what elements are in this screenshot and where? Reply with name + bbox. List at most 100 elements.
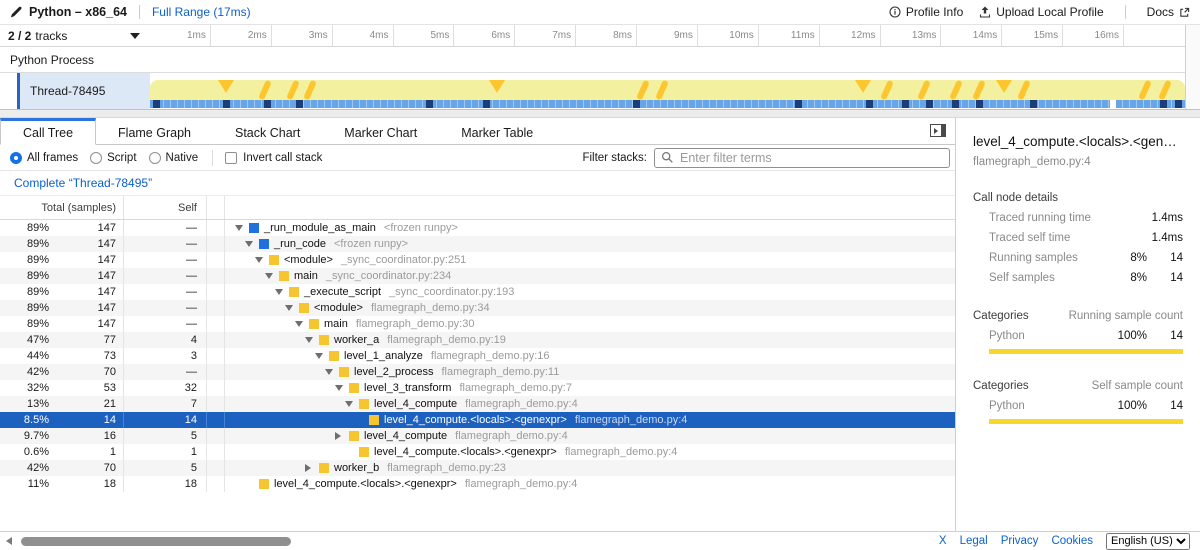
app-header: Python – x86_64 Full Range (17ms) Profil… <box>0 0 1200 25</box>
expand-arrow-open-icon[interactable] <box>345 401 359 407</box>
cell-total-samples: 14 <box>54 412 124 428</box>
docs-button[interactable]: Docs <box>1147 5 1190 19</box>
footer-link-legal[interactable]: Legal <box>960 535 988 547</box>
breadcrumb[interactable]: Complete “Thread-78495” <box>14 176 152 190</box>
column-header-total[interactable]: Total (samples) <box>0 196 124 219</box>
filter-input[interactable] <box>678 150 943 166</box>
table-row[interactable]: 32%5332level_3_transformflamegraph_demo.… <box>0 380 955 396</box>
expand-arrow-open-icon[interactable] <box>315 353 329 359</box>
function-name: level_4_compute <box>374 398 457 410</box>
marker-slash-icon <box>1138 80 1152 101</box>
table-row[interactable]: 11%1818level_4_compute.<locals>.<genexpr… <box>0 476 955 492</box>
table-row[interactable]: 89%147—<module>flamegraph_demo.py:34 <box>0 300 955 316</box>
function-location: flamegraph_demo.py:23 <box>387 462 506 474</box>
marker-slash-icon <box>258 80 272 101</box>
cell-spacer <box>207 268 225 284</box>
horizontal-scrollbar-thumb[interactable] <box>21 537 291 546</box>
footer-link-cookies[interactable]: Cookies <box>1051 535 1093 547</box>
function-name: main <box>294 270 318 282</box>
category-header: CategoriesRunning sample count <box>973 310 1183 322</box>
cell-self: — <box>124 364 207 380</box>
marker-triangle-icon <box>218 80 234 93</box>
cell-total-samples: 147 <box>54 268 124 284</box>
table-row[interactable]: 0.6%11level_4_compute.<locals>.<genexpr>… <box>0 444 955 460</box>
scroll-left-icon[interactable] <box>6 537 12 545</box>
full-range-link[interactable]: Full Range (17ms) <box>152 5 251 19</box>
table-row[interactable]: 42%705worker_bflamegraph_demo.py:23 <box>0 460 955 476</box>
expand-arrow-closed-icon[interactable] <box>305 464 319 472</box>
table-row[interactable]: 47%774worker_aflamegraph_demo.py:19 <box>0 332 955 348</box>
table-row[interactable]: 89%147—_run_module_as_main<frozen runpy> <box>0 220 955 236</box>
cell-spacer <box>207 412 225 428</box>
table-row[interactable]: 8.5%1414level_4_compute.<locals>.<genexp… <box>0 412 955 428</box>
cell-self: 14 <box>124 412 207 428</box>
tracks-dropdown[interactable]: 2 / 2 tracks <box>0 25 150 46</box>
language-select[interactable]: English (US) <box>1106 533 1190 550</box>
radio-script[interactable]: Script <box>90 152 136 164</box>
radio-native[interactable]: Native <box>149 152 199 164</box>
cell-function: mainflamegraph_demo.py:30 <box>225 316 955 332</box>
cell-function: level_1_analyzeflamegraph_demo.py:16 <box>225 348 955 364</box>
cell-spacer <box>207 380 225 396</box>
expand-arrow-open-icon[interactable] <box>305 337 319 343</box>
thread-track-label[interactable]: Thread-78495 <box>20 73 150 109</box>
upload-profile-button[interactable]: Upload Local Profile <box>979 5 1103 19</box>
profile-title: Python – x86_64 <box>29 5 127 19</box>
sample-dense-segment <box>952 100 959 108</box>
thread-track-graph[interactable] <box>150 73 1185 109</box>
edit-profile-name-icon[interactable] <box>10 6 22 18</box>
expand-arrow-open-icon[interactable] <box>255 257 269 263</box>
sample-dense-segment <box>633 100 640 108</box>
sidebar-toggle-button[interactable] <box>930 124 946 137</box>
tab-call-tree[interactable]: Call Tree <box>0 118 96 145</box>
invert-call-stack-checkbox[interactable]: Invert call stack <box>225 152 322 164</box>
radio-all-frames[interactable]: All frames <box>10 152 78 164</box>
table-row[interactable]: 89%147—main_sync_coordinator.py:234 <box>0 268 955 284</box>
cell-spacer <box>207 444 225 460</box>
timeline-right-scroll-strip[interactable] <box>1185 25 1200 109</box>
cell-function: worker_bflamegraph_demo.py:23 <box>225 460 955 476</box>
cell-self: — <box>124 316 207 332</box>
function-name: level_1_analyze <box>344 350 423 362</box>
table-row[interactable]: 9.7%165level_4_computeflamegraph_demo.py… <box>0 428 955 444</box>
tab-stack-chart[interactable]: Stack Chart <box>213 118 322 144</box>
expand-arrow-open-icon[interactable] <box>245 241 259 247</box>
expand-arrow-open-icon[interactable] <box>265 273 279 279</box>
tab-marker-chart[interactable]: Marker Chart <box>322 118 439 144</box>
table-row[interactable]: 89%147—mainflamegraph_demo.py:30 <box>0 316 955 332</box>
expand-arrow-closed-icon[interactable] <box>335 432 349 440</box>
footer-link-privacy[interactable]: Privacy <box>1001 535 1039 547</box>
tab-marker-table[interactable]: Marker Table <box>439 118 555 144</box>
cell-spacer <box>207 236 225 252</box>
marker-slash-icon <box>880 80 894 101</box>
expand-arrow-open-icon[interactable] <box>285 305 299 311</box>
table-row[interactable]: 89%147—<module>_sync_coordinator.py:251 <box>0 252 955 268</box>
table-row[interactable]: 42%70—level_2_processflamegraph_demo.py:… <box>0 364 955 380</box>
table-row[interactable]: 13%217level_4_computeflamegraph_demo.py:… <box>0 396 955 412</box>
expand-arrow-open-icon[interactable] <box>335 385 349 391</box>
table-row[interactable]: 89%147—_execute_script_sync_coordinator.… <box>0 284 955 300</box>
table-row[interactable]: 44%733level_1_analyzeflamegraph_demo.py:… <box>0 348 955 364</box>
category-bar <box>989 349 1183 354</box>
tab-flame-graph[interactable]: Flame Graph <box>96 118 213 144</box>
expand-arrow-open-icon[interactable] <box>295 321 309 327</box>
marker-triangle-icon <box>855 80 871 93</box>
function-name: <module> <box>284 254 333 266</box>
footer-link-x[interactable]: X <box>939 535 947 547</box>
cell-self: — <box>124 284 207 300</box>
expand-arrow-open-icon[interactable] <box>325 369 339 375</box>
metric-percent: 8% <box>1103 252 1147 264</box>
category-value: 14 <box>1147 330 1183 342</box>
cell-total-percent: 89% <box>0 316 54 332</box>
profile-info-button[interactable]: Profile Info <box>889 5 963 19</box>
main-panel: Call TreeFlame GraphStack ChartMarker Ch… <box>0 118 955 531</box>
process-track-header[interactable]: Python Process <box>0 47 1185 73</box>
cell-self: 32 <box>124 380 207 396</box>
sidebar-metrics: Traced running time1.4msTraced self time… <box>973 212 1183 284</box>
table-row[interactable]: 89%147—_run_code<frozen runpy> <box>0 236 955 252</box>
timeline-ruler: 1ms2ms3ms4ms5ms6ms7ms8ms9ms10ms11ms12ms1… <box>150 25 1185 46</box>
breadcrumb-row: Complete “Thread-78495” <box>0 171 955 196</box>
column-header-self[interactable]: Self <box>124 196 207 219</box>
expand-arrow-open-icon[interactable] <box>235 225 249 231</box>
expand-arrow-open-icon[interactable] <box>275 289 289 295</box>
